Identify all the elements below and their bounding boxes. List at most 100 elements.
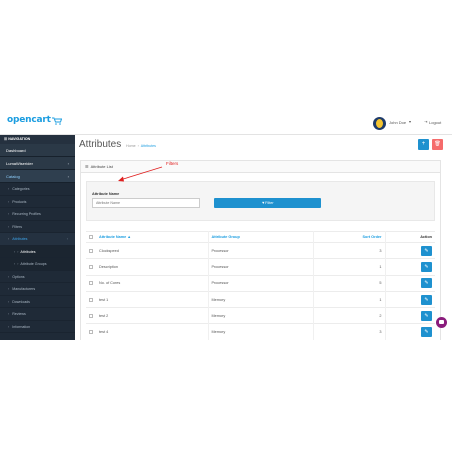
edit-button[interactable]: ✎ (421, 278, 432, 289)
cell-attribute-group: Memory (208, 307, 314, 324)
arrow-icon: › (8, 237, 10, 241)
arrow-icon: › (8, 312, 10, 316)
sidebar-item-options[interactable]: › Options (0, 270, 75, 283)
arrow-icon: › (8, 199, 10, 204)
logout-icon[interactable]: ⇥ (424, 119, 427, 124)
arrow-icon: › (17, 262, 19, 266)
arrow-icon: › (8, 287, 10, 291)
cell-attribute-group: Processor (208, 258, 314, 276)
edit-button[interactable]: ✎ (421, 245, 432, 256)
row-checkbox[interactable] (89, 248, 93, 253)
cell-sort-order: 1 (313, 258, 386, 276)
sidebar: ☰ NAVIGATION Dashboard LumaWiserider › C… (0, 135, 75, 340)
breadcrumb-current[interactable]: Attributes (141, 144, 156, 148)
sidebar-item-dashboard[interactable]: Dashboard (0, 144, 75, 157)
cart-icon (52, 117, 62, 125)
chevron-down-icon: › (66, 237, 68, 241)
attribute-name-filter-input[interactable] (92, 198, 200, 208)
table-row: Description Processor 1 ✎ (86, 258, 435, 276)
sidebar-item-reviews[interactable]: › Reviews (0, 308, 75, 321)
row-checkbox[interactable] (89, 264, 93, 269)
chevron-right-icon: › (67, 161, 69, 166)
arrow-icon: › (8, 212, 10, 216)
column-sort-order[interactable]: Sort Order (313, 231, 386, 243)
arrow-icon: › (14, 262, 16, 266)
cell-attribute-group: Processor (208, 274, 314, 292)
select-all-checkbox[interactable] (89, 235, 93, 239)
sidebar-item-downloads[interactable]: › Downloads (0, 295, 75, 308)
sidebar-item-filters[interactable]: › Filters (0, 220, 75, 233)
breadcrumb-separator: › (137, 144, 139, 148)
row-checkbox[interactable] (89, 297, 93, 302)
annotation-arrow-icon (118, 166, 163, 182)
edit-button[interactable]: ✎ (421, 261, 432, 272)
cell-sort-order: 3 (313, 241, 386, 259)
cell-attribute-group: Processor (208, 241, 314, 259)
edit-button[interactable]: ✎ (421, 294, 432, 305)
app-window: opencart John Doe ▾ ⇥ Logout ☰ NAVIGATIO… (0, 108, 452, 340)
top-header: opencart John Doe ▾ ⇥ Logout (0, 108, 452, 135)
table-row: test 2 Memory 2 ✎ (86, 307, 435, 324)
edit-button[interactable]: ✎ (421, 327, 432, 338)
cell-sort-order: 1 (313, 290, 386, 308)
cell-attribute-name: test 1 (96, 290, 209, 308)
arrow-icon: › (8, 224, 10, 229)
sidebar-item-attributes[interactable]: › Attributes › (0, 233, 75, 246)
arrow-icon: › (14, 249, 16, 254)
sidebar-item-information[interactable]: › Information (0, 320, 75, 333)
cell-sort-order: 2 (313, 307, 386, 324)
arrow-icon: › (17, 249, 19, 254)
sidebar-item-recurring-profiles[interactable]: › Recurring Profiles (0, 208, 75, 221)
add-new-button[interactable]: + (418, 139, 429, 150)
table-row: test 4 Memory 3 ✎ (86, 323, 435, 340)
chat-icon[interactable] (436, 317, 447, 328)
row-checkbox[interactable] (89, 313, 93, 318)
breadcrumb: Home › Attributes (126, 144, 156, 148)
attributes-table: Attribute Name ▲ Attribute Group Sort Or… (86, 231, 435, 340)
sidebar-item-manufacturers[interactable]: › Manufacturers (0, 283, 75, 296)
attribute-list-panel: ☰Attribute List Attribute Name ▼Filter A… (80, 160, 441, 340)
table-row: test 1 Memory 1 ✎ (86, 290, 435, 308)
sidebar-item-catalog[interactable]: Catalog › (0, 170, 75, 183)
sidebar-item-attributes-list[interactable]: › › Attributes (0, 245, 75, 258)
arrow-icon: › (8, 324, 10, 329)
opencart-logo[interactable]: opencart (7, 115, 51, 125)
filter-button[interactable]: ▼Filter (214, 198, 321, 208)
row-checkbox[interactable] (89, 281, 93, 286)
cell-attribute-name: Clockspeed (96, 241, 209, 259)
arrow-icon: › (8, 187, 10, 191)
user-name[interactable]: John Doe (389, 120, 406, 125)
cell-attribute-group: Memory (208, 323, 314, 340)
cell-attribute-name: test 2 (96, 307, 209, 324)
user-avatar[interactable] (373, 117, 386, 130)
delete-button[interactable]: 🗑 (432, 139, 443, 150)
cell-sort-order: 3 (313, 323, 386, 340)
chevron-down-icon: › (67, 174, 69, 179)
column-attribute-name[interactable]: Attribute Name ▲ (96, 231, 209, 243)
nav-heading: ☰ NAVIGATION (0, 135, 75, 144)
sidebar-item-lumawiserider[interactable]: LumaWiserider › (0, 157, 75, 170)
logout-link[interactable]: Logout (429, 120, 441, 125)
edit-button[interactable]: ✎ (421, 310, 432, 321)
column-attribute-group[interactable]: Attribute Group (208, 231, 314, 243)
breadcrumb-home[interactable]: Home (126, 144, 136, 148)
user-menu-caret-icon[interactable]: ▾ (409, 119, 411, 124)
list-icon: ☰ (85, 164, 89, 169)
table-row: Clockspeed Processor 3 ✎ (86, 241, 435, 259)
cell-attribute-name: Description (96, 258, 209, 276)
table-row: No. of Cores Processor 5 ✎ (86, 274, 435, 292)
sidebar-item-attribute-groups[interactable]: › › Attribute Groups (0, 258, 75, 271)
page-title: Attributes (79, 139, 122, 150)
arrow-icon: › (8, 299, 10, 304)
cell-sort-order: 5 (313, 274, 386, 292)
cell-attribute-name: No. of Cores (96, 274, 209, 292)
filters-annotation: Filters (166, 161, 179, 166)
sidebar-item-categories[interactable]: › Categories (0, 183, 75, 196)
cell-attribute-name: test 4 (96, 323, 209, 340)
row-checkbox[interactable] (89, 330, 93, 335)
table-header-row: Attribute Name ▲ Attribute Group Sort Or… (86, 231, 435, 243)
arrow-icon: › (8, 274, 10, 279)
sidebar-item-products[interactable]: › Products (0, 195, 75, 208)
filter-label: Attribute Name (92, 192, 120, 196)
select-all-checkbox-cell (86, 231, 96, 243)
